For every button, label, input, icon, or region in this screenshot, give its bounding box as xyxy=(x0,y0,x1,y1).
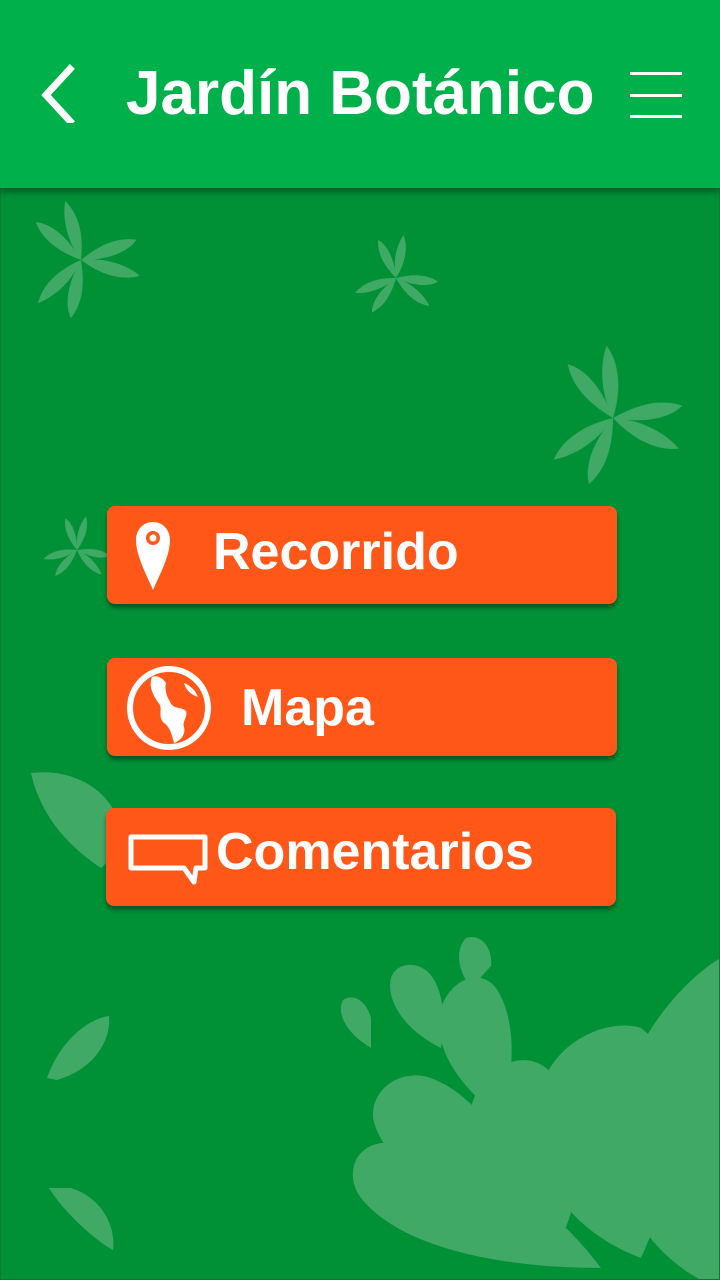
globe-icon xyxy=(125,664,213,752)
comment-bubble-icon xyxy=(126,832,210,888)
chevron-left-icon xyxy=(41,64,75,123)
app-bar: Jardín Botánico xyxy=(0,0,720,188)
hamburger-menu-icon xyxy=(630,72,682,75)
recorrido-label: Recorrido xyxy=(213,523,459,581)
recorrido-button[interactable]: Recorrido xyxy=(107,506,617,604)
comentarios-label: Comentarios xyxy=(216,823,534,881)
menu-button[interactable] xyxy=(624,66,688,124)
back-button[interactable] xyxy=(28,58,88,128)
mapa-label: Mapa xyxy=(241,679,374,737)
page-title: Jardín Botánico xyxy=(126,59,595,128)
main-content: Recorrido Mapa Comentarios xyxy=(0,188,720,1280)
comentarios-button[interactable]: Comentarios xyxy=(106,808,616,906)
map-pin-icon xyxy=(133,520,173,592)
mapa-button[interactable]: Mapa xyxy=(107,658,617,756)
